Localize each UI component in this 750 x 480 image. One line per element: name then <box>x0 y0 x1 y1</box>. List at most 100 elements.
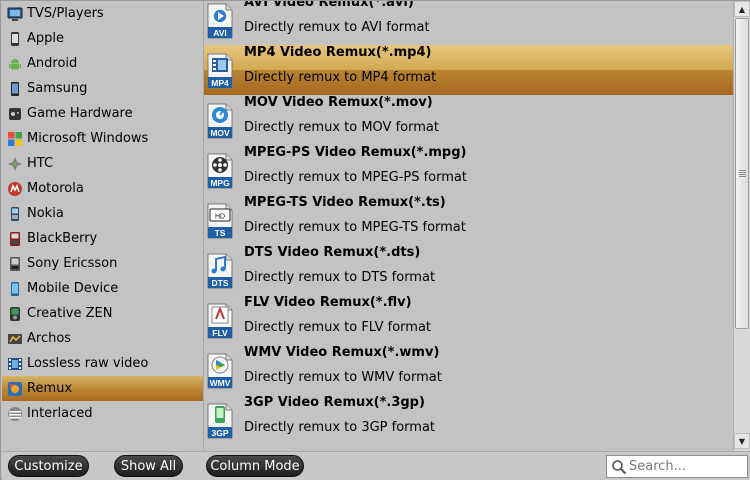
scroll-down-button[interactable]: ▼ <box>734 433 750 449</box>
tv-icon <box>6 5 24 23</box>
format-title: MPEG-PS Video Remux(*.mpg) <box>244 145 467 160</box>
format-title: MOV Video Remux(*.mov) <box>244 95 433 110</box>
format-item-mov[interactable]: MOV MOV Video Remux(*.mov) Directly remu… <box>204 95 733 145</box>
category-label: Android <box>27 56 78 71</box>
category-item-interlaced[interactable]: Interlaced <box>2 401 203 426</box>
format-selection-window: TVS/Players Apple Android Samsung Game H… <box>0 0 750 480</box>
format-description: Directly remux to 3GP format <box>244 420 436 435</box>
customize-button[interactable]: Customize <box>8 455 89 477</box>
game-hardware-icon <box>6 105 24 123</box>
category-item-creative-zen[interactable]: Creative ZEN <box>2 301 203 326</box>
format-title: DTS Video Remux(*.dts) <box>244 245 421 260</box>
format-item-flv[interactable]: FLV FLV Video Remux(*.flv) Directly remu… <box>204 295 733 345</box>
format-title: MPEG-TS Video Remux(*.ts) <box>244 195 446 210</box>
scroll-up-button[interactable]: ▲ <box>734 1 750 17</box>
scroll-thumb[interactable] <box>735 18 749 329</box>
format-item-wmv[interactable]: WMV WMV Video Remux(*.wmv) Directly remu… <box>204 345 733 395</box>
category-item-htc[interactable]: HTC <box>2 151 203 176</box>
wmv-file-icon: WMV <box>206 353 234 389</box>
scroll-grip-icon <box>738 170 746 177</box>
format-item-avi[interactable]: AVI AVI Video Remux(*.avi) Directly remu… <box>204 1 733 45</box>
format-item-3gp[interactable]: 3GP 3GP Video Remux(*.3gp) Directly remu… <box>204 395 733 445</box>
category-label: Samsung <box>27 81 88 96</box>
format-badge-label: MPG <box>210 178 230 188</box>
format-description: Directly remux to AVI format <box>244 20 430 35</box>
3gp-file-icon: 3GP <box>206 403 234 439</box>
format-badge-label: MOV <box>210 128 230 138</box>
category-item-tvs-players[interactable]: TVS/Players <box>2 1 203 26</box>
search-icon <box>612 459 627 474</box>
category-label: Sony Ericsson <box>27 256 118 271</box>
format-description: Directly remux to MPEG-TS format <box>244 220 466 235</box>
format-badge-label: DTS <box>212 278 229 288</box>
category-label: Nokia <box>27 206 64 221</box>
column-mode-button[interactable]: Column Mode <box>206 455 304 477</box>
format-badge-label: FLV <box>212 328 228 338</box>
category-item-sony-ericsson[interactable]: Sony Ericsson <box>2 251 203 276</box>
format-title: MP4 Video Remux(*.mp4) <box>244 45 432 60</box>
category-item-remux[interactable]: Remux <box>2 376 203 401</box>
format-badge-label: AVI <box>213 28 227 38</box>
format-title: AVI Video Remux(*.avi) <box>244 1 414 10</box>
category-label: Creative ZEN <box>27 306 113 321</box>
format-item-mp4[interactable]: MP4 MP4 Video Remux(*.mp4) Directly remu… <box>204 45 733 95</box>
category-label: Apple <box>27 31 65 46</box>
category-item-mobile-device[interactable]: Mobile Device <box>2 276 203 301</box>
show-all-button[interactable]: Show All <box>114 455 183 477</box>
category-label: Interlaced <box>27 406 93 421</box>
format-description: Directly remux to MPEG-PS format <box>244 170 467 185</box>
creative-zen-icon <box>6 305 24 323</box>
dts-file-icon: DTS <box>206 253 234 289</box>
blackberry-icon <box>6 230 24 248</box>
format-title: 3GP Video Remux(*.3gp) <box>244 395 425 410</box>
format-list-scrollbar[interactable]: ▲ ▼ <box>733 1 750 451</box>
format-item-mpg[interactable]: MPG MPEG-PS Video Remux(*.mpg) Directly … <box>204 145 733 195</box>
search-input[interactable] <box>629 459 744 474</box>
format-item-ts[interactable]: HD TS MPEG-TS Video Remux(*.ts) Directly… <box>204 195 733 245</box>
format-description: Directly remux to FLV format <box>244 320 432 335</box>
ts-file-icon: HD TS <box>206 203 234 239</box>
category-label: Microsoft Windows <box>27 131 149 146</box>
apple-phone-icon <box>6 30 24 48</box>
bottom-toolbar: Customize Show All Column Mode <box>2 451 750 480</box>
mp4-file-icon: MP4 <box>206 53 234 89</box>
category-item-archos[interactable]: Archos <box>2 326 203 351</box>
category-item-microsoft-windows[interactable]: Microsoft Windows <box>2 126 203 151</box>
format-description: Directly remux to MP4 format <box>244 70 437 85</box>
category-label: TVS/Players <box>27 6 104 21</box>
format-description: Directly remux to WMV format <box>244 370 442 385</box>
category-label: HTC <box>27 156 54 171</box>
category-item-lossless-raw-video[interactable]: Lossless raw video <box>2 351 203 376</box>
interlaced-icon <box>6 405 24 423</box>
search-box[interactable] <box>606 455 748 478</box>
format-badge-label: MP4 <box>211 78 229 88</box>
sony-ericsson-icon <box>6 255 24 273</box>
category-label: Mobile Device <box>27 281 119 296</box>
avi-file-icon: AVI <box>206 3 234 39</box>
format-title: FLV Video Remux(*.flv) <box>244 295 412 310</box>
category-item-samsung[interactable]: Samsung <box>2 76 203 101</box>
category-item-blackberry[interactable]: BlackBerry <box>2 226 203 251</box>
category-label: Game Hardware <box>27 106 133 121</box>
category-item-game-hardware[interactable]: Game Hardware <box>2 101 203 126</box>
category-item-apple[interactable]: Apple <box>2 26 203 51</box>
category-item-motorola[interactable]: Motorola <box>2 176 203 201</box>
category-label: Archos <box>27 331 72 346</box>
format-badge-label: 3GP <box>211 428 228 438</box>
nokia-phone-icon <box>6 205 24 223</box>
category-label: Remux <box>27 381 73 396</box>
motorola-icon <box>6 180 24 198</box>
mobile-device-icon <box>6 280 24 298</box>
mpg-file-icon: MPG <box>206 153 234 189</box>
format-list: AVI AVI Video Remux(*.avi) Directly remu… <box>204 1 733 451</box>
category-item-nokia[interactable]: Nokia <box>2 201 203 226</box>
format-badge-label: WMV <box>210 378 231 388</box>
archos-icon <box>6 330 24 348</box>
category-label: BlackBerry <box>27 231 98 246</box>
category-item-android[interactable]: Android <box>2 51 203 76</box>
htc-icon <box>6 155 24 173</box>
category-list: TVS/Players Apple Android Samsung Game H… <box>2 1 203 451</box>
format-description: Directly remux to DTS format <box>244 270 436 285</box>
format-item-dts[interactable]: DTS DTS Video Remux(*.dts) Directly remu… <box>204 245 733 295</box>
flv-file-icon: FLV <box>206 303 234 339</box>
